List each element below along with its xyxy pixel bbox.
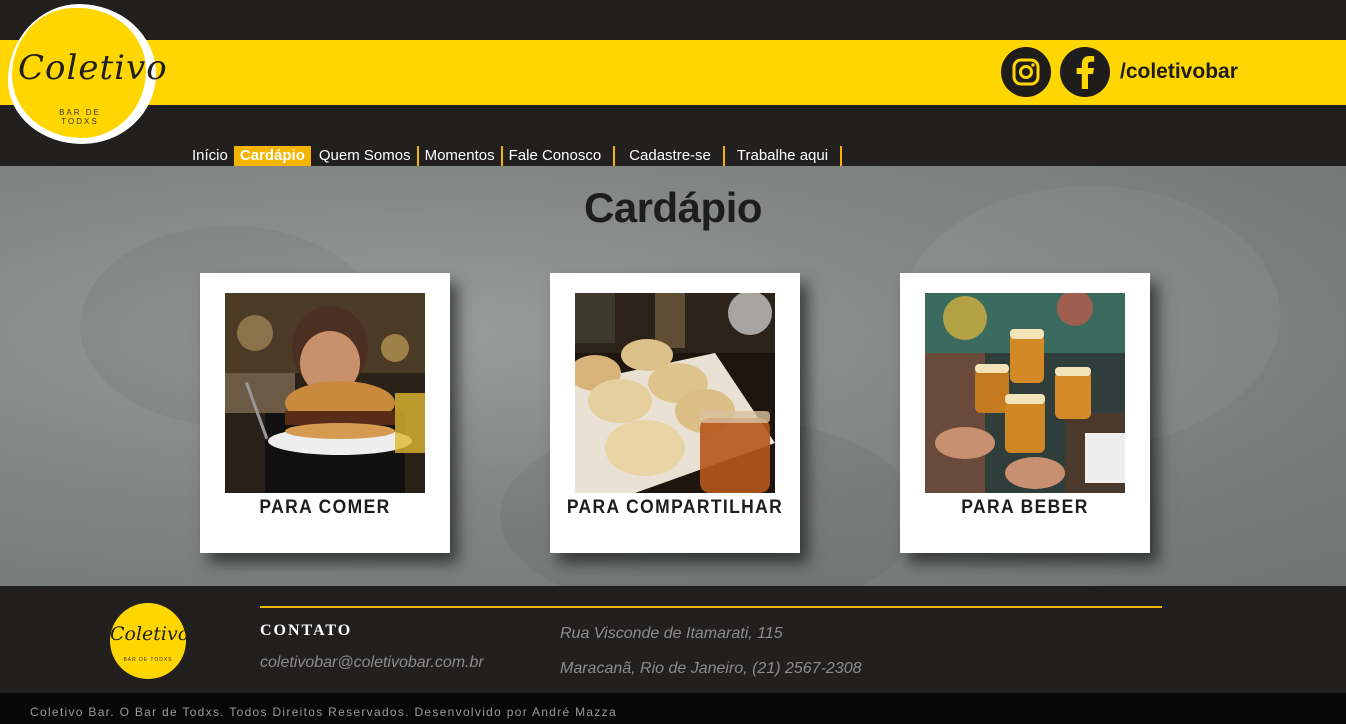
instagram-icon [1012,58,1040,86]
footer-divider [260,606,1162,608]
address-line-1: Rua Visconde de Itamarati, 115 [560,625,783,642]
facebook-icon [1076,56,1095,89]
instagram-button[interactable] [1001,47,1051,97]
burger-photo [225,293,425,493]
facebook-button[interactable] [1060,47,1110,97]
menu-card-compartilhar[interactable]: PARA COMPARTILHAR [550,273,800,553]
menu-card-beber[interactable]: PARA BEBER [900,273,1150,553]
footer: Coletivo BAR DE TODXS CONTATO coletivoba… [0,586,1346,693]
footer-logo[interactable]: Coletivo BAR DE TODXS [110,603,190,679]
nav-item-fale-conosco[interactable]: Fale Conosco [503,146,616,166]
nav-item-cardapio[interactable]: Cardápio [233,146,311,166]
nav-item-inicio[interactable]: Início [186,146,234,166]
beer-photo [925,293,1125,493]
top-strip [0,0,1346,40]
address-line-2: Maracanã, Rio de Janeiro, (21) 2567-2308 [560,660,862,677]
social-handle[interactable]: /coletivobar [1120,60,1238,84]
contact-heading: CONTATO [260,622,353,639]
nav-item-trabalhe-aqui[interactable]: Trabalhe aqui [725,146,843,166]
footer-logo-text: Coletivo [110,623,190,645]
nav-item-momentos[interactable]: Momentos [419,146,503,166]
main-nav: Início Cardápio Quem Somos Momentos Fale… [186,146,843,166]
nav-item-quem-somos[interactable]: Quem Somos [313,146,419,166]
contact-email[interactable]: coletivobar@coletivobar.com.br [260,654,484,672]
logo-text: Coletivo [18,48,168,88]
footer-logo-subtitle: BAR DE TODXS [123,657,173,663]
logo-badge: Coletivo BAR DE TODXS [12,8,168,138]
copyright-bar: Coletivo Bar. O Bar de Todxs. Todos Dire… [0,693,1346,724]
nav-item-cadastre-se[interactable]: Cadastre-se [615,146,725,166]
menu-section: Cardápio PARA COMER PARA COMPARTILHAR PA… [0,166,1346,586]
card-label[interactable]: PARA COMPARTILHAR [560,497,790,519]
card-label[interactable]: PARA COMER [210,497,440,519]
logo-subtitle: BAR DE TODXS [59,108,101,126]
menu-card-comer[interactable]: PARA COMER [200,273,450,553]
page-title: Cardápio [583,184,763,231]
card-label[interactable]: PARA BEBER [910,497,1140,519]
bread-photo [575,293,775,493]
site-logo[interactable]: Coletivo BAR DE TODXS [8,4,168,144]
copyright-text: Coletivo Bar. O Bar de Todxs. Todos Dire… [30,705,617,719]
